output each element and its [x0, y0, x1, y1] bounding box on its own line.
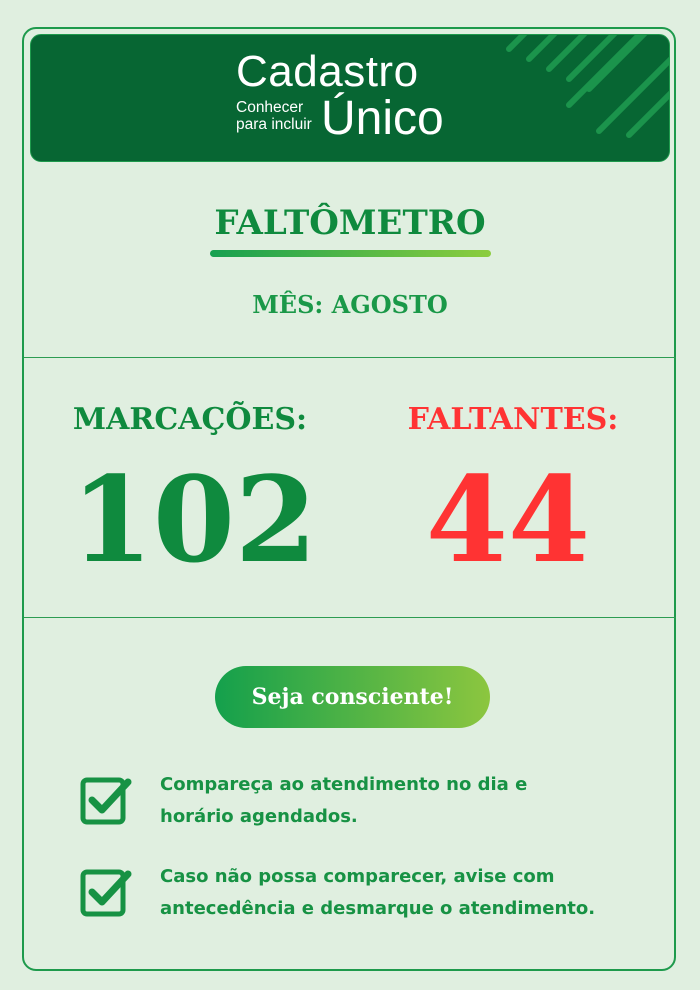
marcacoes-label: MARCAÇÕES: [72, 402, 308, 437]
logo-unico: Único [321, 92, 444, 145]
faltantes-label: FALTANTES: [407, 402, 619, 437]
check-square-icon [80, 869, 132, 917]
title-underline [210, 250, 491, 257]
tip-item: Compareça ao atendimento no dia e horári… [160, 769, 640, 833]
divider-bottom [24, 617, 676, 618]
check-square-icon [80, 777, 132, 825]
diagonal-stripes-decoration [506, 35, 669, 138]
tip-line: antecedência e desmarque o atendimento. [160, 898, 596, 919]
page-title: FALTÔMETRO [214, 203, 486, 243]
seja-consciente-badge: Seja consciente! [215, 666, 490, 728]
tip-line: horário agendados. [160, 806, 358, 827]
divider-top [24, 357, 676, 358]
faltantes-value: 44 [425, 450, 591, 589]
header-banner: Cadastro Conhecer para incluir Único [30, 34, 670, 162]
tip-item: Caso não possa comparecer, avise com ant… [160, 861, 640, 925]
tip-line: Caso não possa comparecer, avise com [160, 866, 555, 887]
month-label: MÊS: AGOSTO [252, 290, 448, 319]
logo-cadastro: Cadastro [236, 47, 419, 96]
marcacoes-value: 102 [70, 450, 318, 589]
tip-line: Compareça ao atendimento no dia e [160, 774, 528, 795]
